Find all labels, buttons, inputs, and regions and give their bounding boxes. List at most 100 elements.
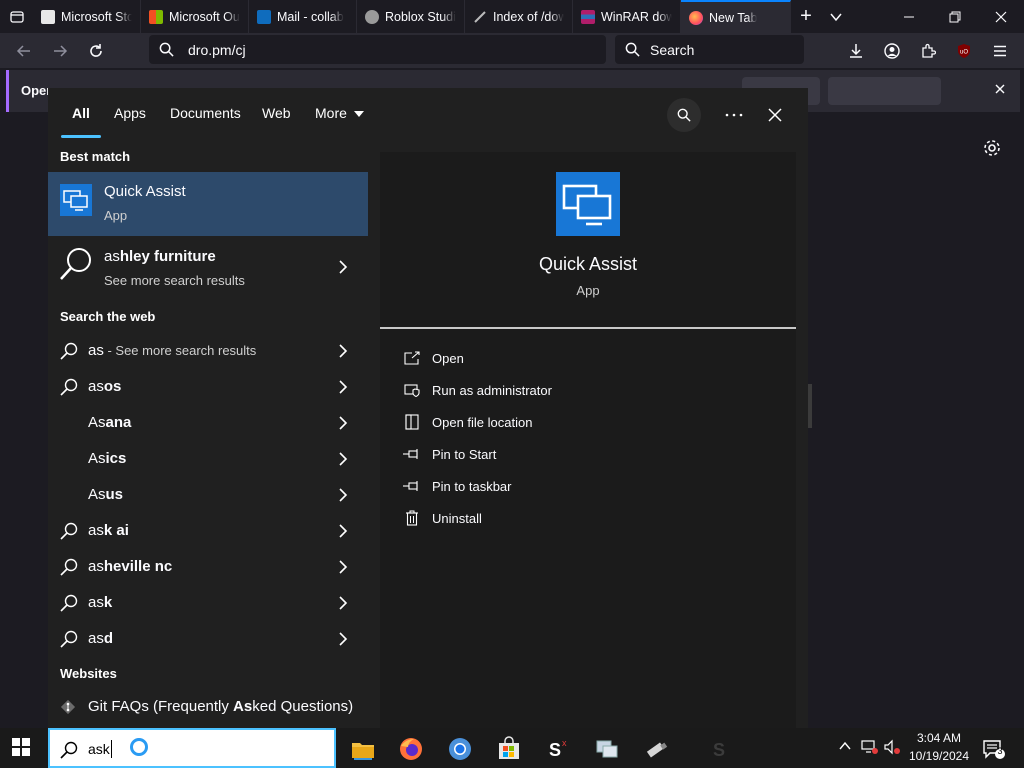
- filter-tab-all[interactable]: All: [72, 105, 90, 121]
- web-search-result[interactable]: asd: [48, 621, 368, 657]
- close-search-button[interactable]: [758, 98, 792, 132]
- file-explorer-taskbar-button[interactable]: [350, 736, 376, 762]
- search-icon: [625, 42, 640, 57]
- svg-text:S: S: [713, 740, 725, 760]
- quick-assist-app-icon: [556, 172, 620, 236]
- action-run-as-administrator[interactable]: Run as administrator: [402, 379, 552, 401]
- filter-tab-apps[interactable]: Apps: [114, 105, 146, 121]
- tab-roblox-studio[interactable]: Roblox Studio: [357, 0, 465, 33]
- chrome-taskbar-button[interactable]: [447, 736, 473, 762]
- close-window-button[interactable]: [978, 0, 1024, 33]
- tab-new-tab[interactable]: New Tab: [681, 0, 791, 33]
- search-icon: [60, 558, 78, 576]
- s-app-taskbar-button[interactable]: Sx: [545, 736, 571, 762]
- extensions-button[interactable]: [914, 37, 942, 65]
- action-pin-to-taskbar[interactable]: Pin to taskbar: [402, 475, 512, 497]
- forward-button[interactable]: [46, 37, 74, 65]
- start-button[interactable]: [12, 738, 30, 761]
- tab-list-button[interactable]: [0, 0, 33, 33]
- back-button[interactable]: [10, 37, 38, 65]
- caret-down-icon: [353, 111, 364, 117]
- downloads-button[interactable]: [842, 37, 870, 65]
- microsoft-store-taskbar-button[interactable]: [496, 736, 522, 762]
- minimize-button[interactable]: [886, 0, 932, 33]
- search-panel-search-button[interactable]: [667, 98, 701, 132]
- background-s-app-button[interactable]: S: [708, 736, 734, 762]
- network-status-button[interactable]: [861, 739, 879, 757]
- cortana-icon[interactable]: [130, 738, 148, 756]
- web-result-label: asos: [88, 378, 121, 395]
- chevron-right-icon: [339, 488, 348, 502]
- url-text: dro.pm/cj: [188, 41, 246, 58]
- notification-secondary-button[interactable]: [828, 77, 941, 105]
- gear-icon: [984, 140, 1000, 156]
- search-result-ashley-furniture[interactable]: ashley furniture See more search results: [48, 238, 368, 298]
- chevron-down-icon: [830, 13, 842, 21]
- notification-close-button[interactable]: [994, 82, 1006, 100]
- web-result-plain: as: [88, 630, 104, 647]
- clock-date[interactable]: 10/19/2024: [908, 749, 970, 763]
- web-result-plain: as: [88, 522, 104, 539]
- usb-drive-taskbar-button[interactable]: [643, 736, 669, 762]
- new-tab-button[interactable]: +: [791, 0, 821, 33]
- web-search-result[interactable]: asos: [48, 369, 368, 405]
- menu-button[interactable]: [986, 37, 1014, 65]
- website-result[interactable]: Git FAQs (Frequently Asked Questions): [48, 689, 368, 725]
- web-search-result[interactable]: Asics: [48, 441, 368, 477]
- action-open-file-location[interactable]: Open file location: [402, 411, 532, 433]
- remote-desktop-taskbar-button[interactable]: [594, 736, 620, 762]
- page-scrollbar[interactable]: [808, 384, 812, 428]
- web-result-plain: As: [88, 450, 106, 467]
- web-search-bar[interactable]: Search: [615, 35, 804, 64]
- web-result-bold: ics: [105, 450, 127, 467]
- url-bar[interactable]: dro.pm/cj: [149, 35, 606, 64]
- ublock-button[interactable]: uO: [950, 37, 978, 65]
- clock-time[interactable]: 3:04 AM: [908, 731, 970, 745]
- text-cursor: [111, 740, 112, 758]
- plus-icon: +: [800, 5, 812, 27]
- web-search-result[interactable]: as - See more search results: [48, 333, 368, 369]
- web-search-result[interactable]: asheville nc: [48, 549, 368, 585]
- website-bold: As: [233, 698, 253, 715]
- action-uninstall[interactable]: Uninstall: [402, 507, 482, 529]
- website-post: ked Questions): [252, 698, 354, 715]
- filter-tab-web[interactable]: Web: [262, 105, 291, 121]
- more-options-button[interactable]: [717, 98, 751, 132]
- new-tab-settings-button[interactable]: [982, 138, 1002, 163]
- tab-label: Index of /dow: [493, 9, 564, 24]
- outlook-favicon-icon: [257, 9, 271, 24]
- filter-tab-documents[interactable]: Documents: [170, 105, 241, 121]
- search-icon: [60, 342, 78, 360]
- best-match-title: Quick Assist: [104, 183, 186, 200]
- firefox-taskbar-button[interactable]: [398, 736, 424, 762]
- web-search-result[interactable]: Asus: [48, 477, 368, 513]
- tab-mail[interactable]: Mail - collab: [249, 0, 357, 33]
- tab-microsoft-store[interactable]: Microsoft Sto: [33, 0, 141, 33]
- tab-index-of[interactable]: Index of /dow: [465, 0, 573, 33]
- web-result-bold: k: [103, 594, 113, 611]
- reload-button[interactable]: [82, 37, 110, 65]
- web-search-result[interactable]: ask: [48, 585, 368, 621]
- action-pin-to-start[interactable]: Pin to Start: [402, 443, 496, 465]
- tab-label: Microsoft Ou: [169, 9, 240, 24]
- action-center-button[interactable]: 3: [982, 738, 1006, 760]
- web-search-result[interactable]: Asana: [48, 405, 368, 441]
- account-button[interactable]: [878, 37, 906, 65]
- tab-winrar[interactable]: WinRAR dow: [573, 0, 681, 33]
- action-open[interactable]: Open: [402, 347, 464, 369]
- tab-list-icon: [9, 10, 24, 23]
- web-result-label: ask: [88, 594, 112, 611]
- filter-tab-more[interactable]: More: [315, 105, 364, 121]
- best-match-result[interactable]: Quick Assist App: [48, 172, 368, 236]
- search-icon: [60, 594, 78, 612]
- web-search-result[interactable]: ask ai: [48, 513, 368, 549]
- taskbar-search-box[interactable]: ask: [48, 728, 336, 768]
- tab-microsoft-outlook[interactable]: Microsoft Ou: [141, 0, 249, 33]
- pin-icon: [402, 448, 422, 460]
- list-all-tabs-button[interactable]: [821, 0, 851, 33]
- show-hidden-icons-button[interactable]: [838, 739, 854, 755]
- restore-button[interactable]: [932, 0, 978, 33]
- pin-icon: [402, 480, 422, 492]
- volume-button[interactable]: [884, 739, 902, 757]
- web-result-plain: As: [88, 486, 106, 503]
